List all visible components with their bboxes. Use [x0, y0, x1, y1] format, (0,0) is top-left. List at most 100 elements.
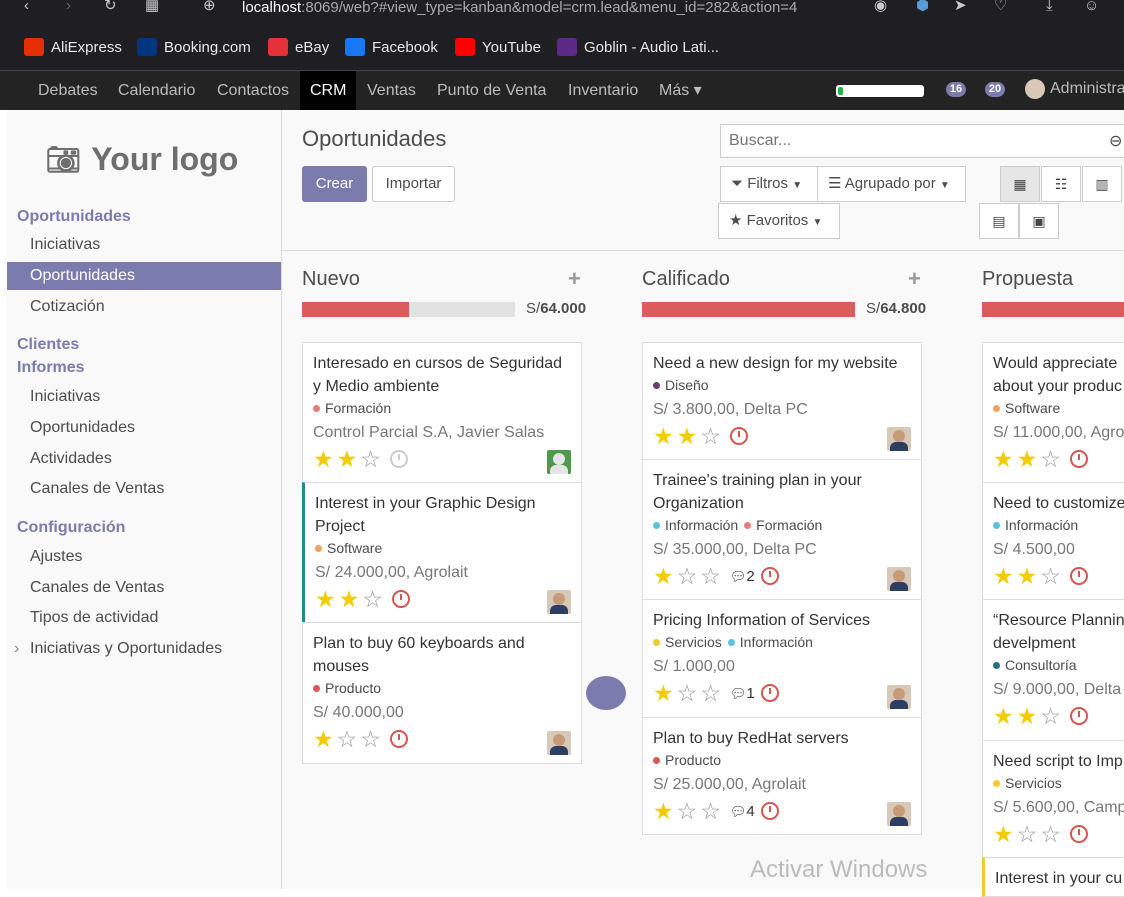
priority-star-icon[interactable]: ☆: [677, 799, 698, 823]
kanban-card[interactable]: Interest in your cu: [982, 857, 1124, 897]
priority-star-icon[interactable]: ☆: [1040, 704, 1061, 728]
list-view-button[interactable]: ☷: [1041, 166, 1081, 202]
activity-clock-icon[interactable]: [760, 567, 779, 585]
kanban-card[interactable]: “Resource Plannin develpment Consultoría S…: [982, 599, 1124, 741]
priority-star-icon[interactable]: ★: [993, 564, 1014, 588]
salesperson-avatar[interactable]: [887, 802, 911, 826]
priority-star-icon[interactable]: ★: [1017, 564, 1038, 588]
column-title[interactable]: Nuevo: [302, 268, 360, 291]
add-card-icon[interactable]: +: [568, 266, 581, 292]
sidebar-item[interactable]: Oportunidades: [7, 414, 281, 442]
salesperson-avatar[interactable]: [547, 731, 571, 755]
bookmark-facebook[interactable]: Facebook: [345, 34, 438, 60]
activity-clock-icon[interactable]: [760, 802, 779, 820]
priority-star-icon[interactable]: ★: [653, 681, 674, 705]
menu-mas[interactable]: Más ▾: [649, 71, 712, 110]
activity-clock-icon[interactable]: [760, 684, 779, 702]
sidebar-item[interactable]: Canales de Ventas: [7, 475, 281, 503]
create-button[interactable]: Crear: [302, 166, 367, 202]
priority-star-icon[interactable]: ☆: [1040, 822, 1061, 846]
priority-star-icon[interactable]: ★: [653, 424, 674, 448]
kanban-card[interactable]: Plan to buy 60 keyboards and mouses Produ…: [302, 622, 582, 764]
bookmark-aliexpress[interactable]: AliExpress: [24, 34, 122, 60]
bookmark-ebay[interactable]: eBay: [268, 34, 329, 60]
address-bar[interactable]: ‹ › ↻ ▦ ⊕ localhost:8069/web?#view_type=…: [0, 0, 1124, 22]
send-icon[interactable]: ➤: [954, 0, 967, 14]
priority-star-icon[interactable]: ★: [993, 822, 1014, 846]
filters-button[interactable]: ⏷ Filtros ▼: [720, 166, 818, 202]
priority-star-icon[interactable]: ☆: [700, 681, 721, 705]
activity-clock-icon[interactable]: [1069, 825, 1088, 843]
priority-star-icon[interactable]: ★: [313, 447, 334, 471]
pivot-view-button[interactable]: ▤: [979, 203, 1019, 239]
favorites-button[interactable]: ★ Favoritos ▼: [718, 203, 840, 239]
priority-star-icon[interactable]: ★: [993, 704, 1014, 728]
priority-star-icon[interactable]: ☆: [677, 681, 698, 705]
search-box[interactable]: ⊖: [720, 124, 1124, 158]
priority-star-icon[interactable]: ★: [1017, 704, 1038, 728]
activity-clock-icon[interactable]: [389, 730, 408, 748]
priority-star-icon[interactable]: ★: [337, 447, 358, 471]
menu-ventas[interactable]: Ventas: [357, 71, 426, 110]
kanban-card[interactable]: Interest in your Graphic Design Project S…: [302, 482, 582, 623]
priority-star-icon[interactable]: ☆: [337, 727, 358, 751]
priority-star-icon[interactable]: ★: [653, 799, 674, 823]
priority-star-icon[interactable]: ★: [1017, 447, 1038, 471]
activity-clock-icon[interactable]: [391, 590, 410, 608]
message-count[interactable]: 💬︎2: [730, 568, 755, 585]
menu-contactos[interactable]: Contactos: [207, 71, 299, 110]
add-card-icon[interactable]: +: [908, 266, 921, 292]
kanban-view-button[interactable]: ▦: [1000, 166, 1040, 202]
column-title[interactable]: Propuesta: [982, 268, 1073, 291]
sidebar-item[interactable]: Oportunidades: [7, 262, 281, 290]
priority-star-icon[interactable]: ★: [653, 564, 674, 588]
sidebar-item[interactable]: Iniciativas: [7, 231, 281, 259]
priority-star-icon[interactable]: ☆: [700, 424, 721, 448]
priority-star-icon[interactable]: ★: [677, 424, 698, 448]
message-count[interactable]: 💬︎1: [730, 685, 755, 702]
messages-badge[interactable]: 20: [985, 82, 1005, 97]
priority-star-icon[interactable]: ☆: [1040, 447, 1061, 471]
salesperson-avatar[interactable]: [547, 450, 571, 474]
salesperson-avatar[interactable]: [547, 590, 571, 614]
priority-star-icon[interactable]: ☆: [362, 587, 383, 611]
sidebar-item[interactable]: › Iniciativas y Oportunidades: [7, 635, 281, 663]
shield-icon[interactable]: ⬢: [916, 0, 929, 14]
priority-star-icon[interactable]: ☆: [700, 799, 721, 823]
priority-star-icon[interactable]: ☆: [1040, 564, 1061, 588]
priority-star-icon[interactable]: ★: [993, 447, 1014, 471]
priority-star-icon[interactable]: ★: [339, 587, 360, 611]
sidebar-item[interactable]: Cotización: [7, 293, 281, 321]
column-progress-bar[interactable]: [302, 302, 515, 317]
camera-icon[interactable]: ◉: [874, 0, 887, 14]
activity-clock-icon[interactable]: [1069, 450, 1088, 468]
tabs-icon[interactable]: ▦: [145, 0, 159, 14]
kanban-card[interactable]: Would appreciate about your produc Softwa…: [982, 342, 1124, 483]
kanban-card[interactable]: Pricing Information of Services Servicios…: [642, 599, 922, 718]
sidebar-section-heading[interactable]: Clientes: [17, 336, 79, 354]
bookmark-goblin[interactable]: Goblin - Audio Lati...: [557, 34, 719, 60]
forward-icon[interactable]: ›: [66, 0, 71, 14]
user-name[interactable]: Administra: [1050, 80, 1124, 98]
menu-crm[interactable]: CRM: [300, 71, 357, 110]
sidebar-item[interactable]: Ajustes: [7, 543, 281, 571]
priority-star-icon[interactable]: ☆: [677, 564, 698, 588]
salesperson-avatar[interactable]: [887, 685, 911, 709]
profile-icon[interactable]: ☺: [1084, 0, 1099, 14]
menu-calendario[interactable]: Calendario: [108, 71, 205, 110]
tour-tip[interactable]: [586, 676, 626, 710]
menu-punto-de-venta[interactable]: Punto de Venta: [427, 71, 556, 110]
activity-clock-icon[interactable]: [1069, 707, 1088, 725]
sidebar-item[interactable]: Canales de Ventas: [7, 574, 281, 602]
heart-icon[interactable]: ♡: [994, 0, 1007, 14]
kanban-card[interactable]: Plan to buy RedHat servers Producto S/ 25.…: [642, 717, 922, 835]
import-button[interactable]: Importar: [372, 166, 455, 202]
calendar-view-button[interactable]: ▣: [1019, 203, 1059, 239]
activity-clock-icon[interactable]: [1069, 567, 1088, 585]
sidebar-item[interactable]: Tipos de actividad: [7, 604, 281, 632]
kanban-card[interactable]: Need a new design for my website Diseño S/…: [642, 342, 922, 460]
kanban-card[interactable]: Need to customize Información S/ 4.500,00 ★…: [982, 482, 1124, 600]
priority-star-icon[interactable]: ★: [313, 727, 334, 751]
search-input[interactable]: [727, 131, 1111, 151]
menu-inventario[interactable]: Inventario: [558, 71, 648, 110]
